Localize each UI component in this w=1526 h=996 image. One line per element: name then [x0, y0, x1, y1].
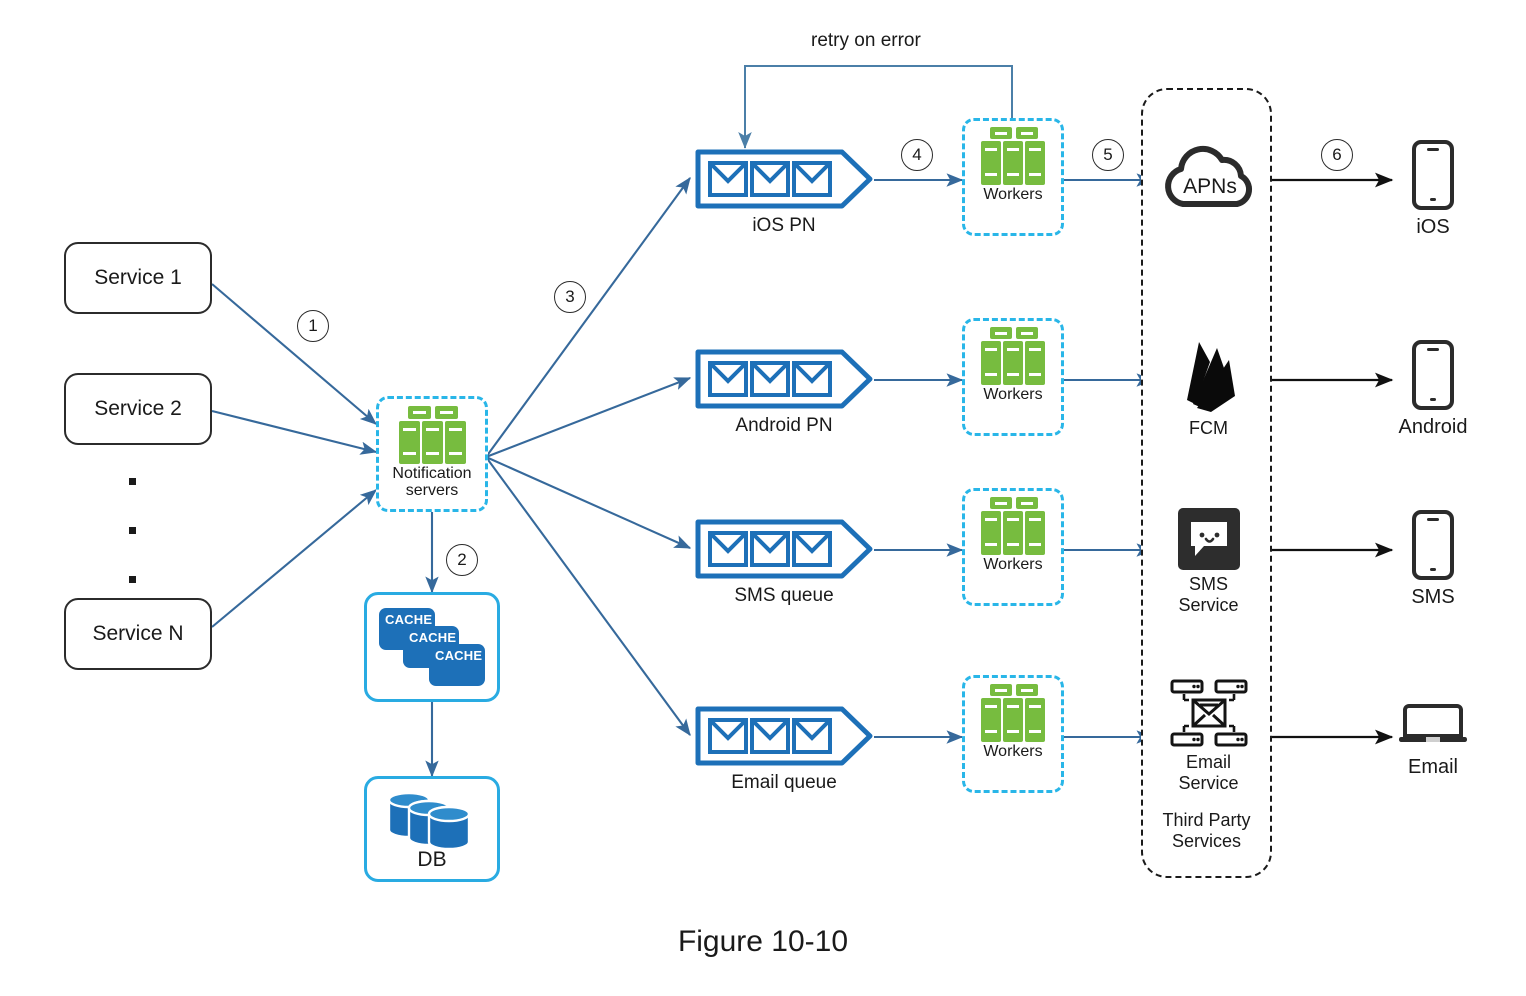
smartphone-icon	[1412, 140, 1454, 210]
step-circle-2: 2	[446, 544, 478, 576]
step-circle-6: 6	[1321, 139, 1353, 171]
sms-service-label: SMS Service	[1178, 574, 1239, 615]
device-android[interactable]: Android	[1396, 340, 1470, 439]
queue-android-pn[interactable]: Android PN	[694, 348, 874, 437]
db-label: DB	[417, 848, 447, 871]
sms-chat-bubble-icon	[1177, 508, 1240, 570]
workers-group-ios[interactable]: Workers	[962, 118, 1064, 236]
laptop-icon	[1399, 704, 1467, 742]
device-label: SMS	[1411, 586, 1455, 608]
smartphone-icon	[1412, 510, 1454, 580]
queue-label: iOS PN	[752, 215, 816, 236]
device-email[interactable]: Email	[1390, 700, 1476, 779]
service-box-n[interactable]: Service N	[64, 598, 212, 670]
queue-label: Email queue	[731, 772, 837, 793]
ellipsis-dot	[128, 576, 136, 583]
db-card[interactable]: DB	[364, 776, 500, 882]
queue-sms[interactable]: SMS queue	[694, 518, 874, 607]
notification-servers-group[interactable]: Notification servers	[376, 396, 488, 512]
queue-email[interactable]: Email queue	[694, 705, 874, 794]
message-queue-icon	[694, 148, 874, 210]
apns-cloud-icon: APNs	[1164, 145, 1252, 207]
firebase-flame-icon	[1186, 342, 1235, 412]
smartphone-icon	[1412, 340, 1454, 410]
service-box-1[interactable]: Service 1	[64, 242, 212, 314]
service-label: Service 2	[94, 397, 182, 420]
workers-label: Workers	[983, 556, 1043, 573]
step-circle-4: 4	[901, 139, 933, 171]
device-label: Email	[1407, 756, 1458, 778]
service-label: Service 1	[94, 266, 182, 289]
figure-caption: Figure 10-10	[677, 925, 849, 958]
device-label: iOS	[1416, 216, 1450, 238]
message-queue-icon	[694, 348, 874, 410]
ellipsis-dot	[128, 478, 136, 485]
workers-label: Workers	[983, 743, 1043, 760]
workers-group-sms[interactable]: Workers	[962, 488, 1064, 606]
queue-label: Android PN	[735, 415, 833, 436]
server-stack-icon	[396, 406, 468, 464]
device-sms[interactable]: SMS	[1396, 510, 1470, 609]
diagram-canvas: Service 1 Service 2 Service N Notificati…	[0, 0, 1526, 996]
server-stack-icon	[979, 497, 1047, 555]
ellipsis-dot	[128, 527, 136, 534]
database-cylinders-icon	[387, 791, 471, 848]
services-ellipsis	[125, 478, 139, 583]
server-stack-icon	[979, 327, 1047, 385]
workers-label: Workers	[983, 386, 1043, 403]
workers-group-android[interactable]: Workers	[962, 318, 1064, 436]
third-party-footer-label: Third Party Services	[1162, 810, 1251, 851]
third-party-apns[interactable]: APNs	[1143, 138, 1274, 214]
step-circle-5: 5	[1092, 139, 1124, 171]
service-box-2[interactable]: Service 2	[64, 373, 212, 445]
message-queue-icon	[694, 705, 874, 767]
fcm-label: FCM	[1189, 418, 1228, 438]
workers-group-email[interactable]: Workers	[962, 675, 1064, 793]
step-circle-3: 3	[554, 281, 586, 313]
message-queue-icon	[694, 518, 874, 580]
email-service-label: Email Service	[1178, 752, 1239, 793]
email-network-icon	[1170, 679, 1247, 747]
third-party-services-container: APNs FCM SMS Service Email Service Third…	[1141, 88, 1272, 878]
cache-stack-icon: CACHE CACHE CACHE	[379, 608, 485, 686]
cache-chip: CACHE	[429, 644, 485, 686]
notification-servers-label: Notification servers	[392, 465, 472, 499]
queue-ios-pn[interactable]: iOS PN	[694, 148, 874, 237]
queue-label: SMS queue	[734, 585, 834, 606]
device-ios[interactable]: iOS	[1396, 140, 1470, 239]
server-stack-icon	[979, 684, 1047, 742]
third-party-fcm[interactable]: FCM	[1143, 338, 1274, 439]
server-stack-icon	[979, 127, 1047, 185]
workers-label: Workers	[983, 186, 1043, 203]
third-party-email-service[interactable]: Email Service	[1143, 678, 1274, 793]
apns-inline-label: APNs	[1183, 175, 1237, 198]
device-label: Android	[1398, 416, 1468, 438]
service-label: Service N	[92, 622, 184, 645]
cache-card[interactable]: CACHE CACHE CACHE	[364, 592, 500, 702]
retry-on-error-label: retry on error	[811, 30, 921, 51]
third-party-sms-service[interactable]: SMS Service	[1143, 508, 1274, 615]
step-circle-1: 1	[297, 310, 329, 342]
